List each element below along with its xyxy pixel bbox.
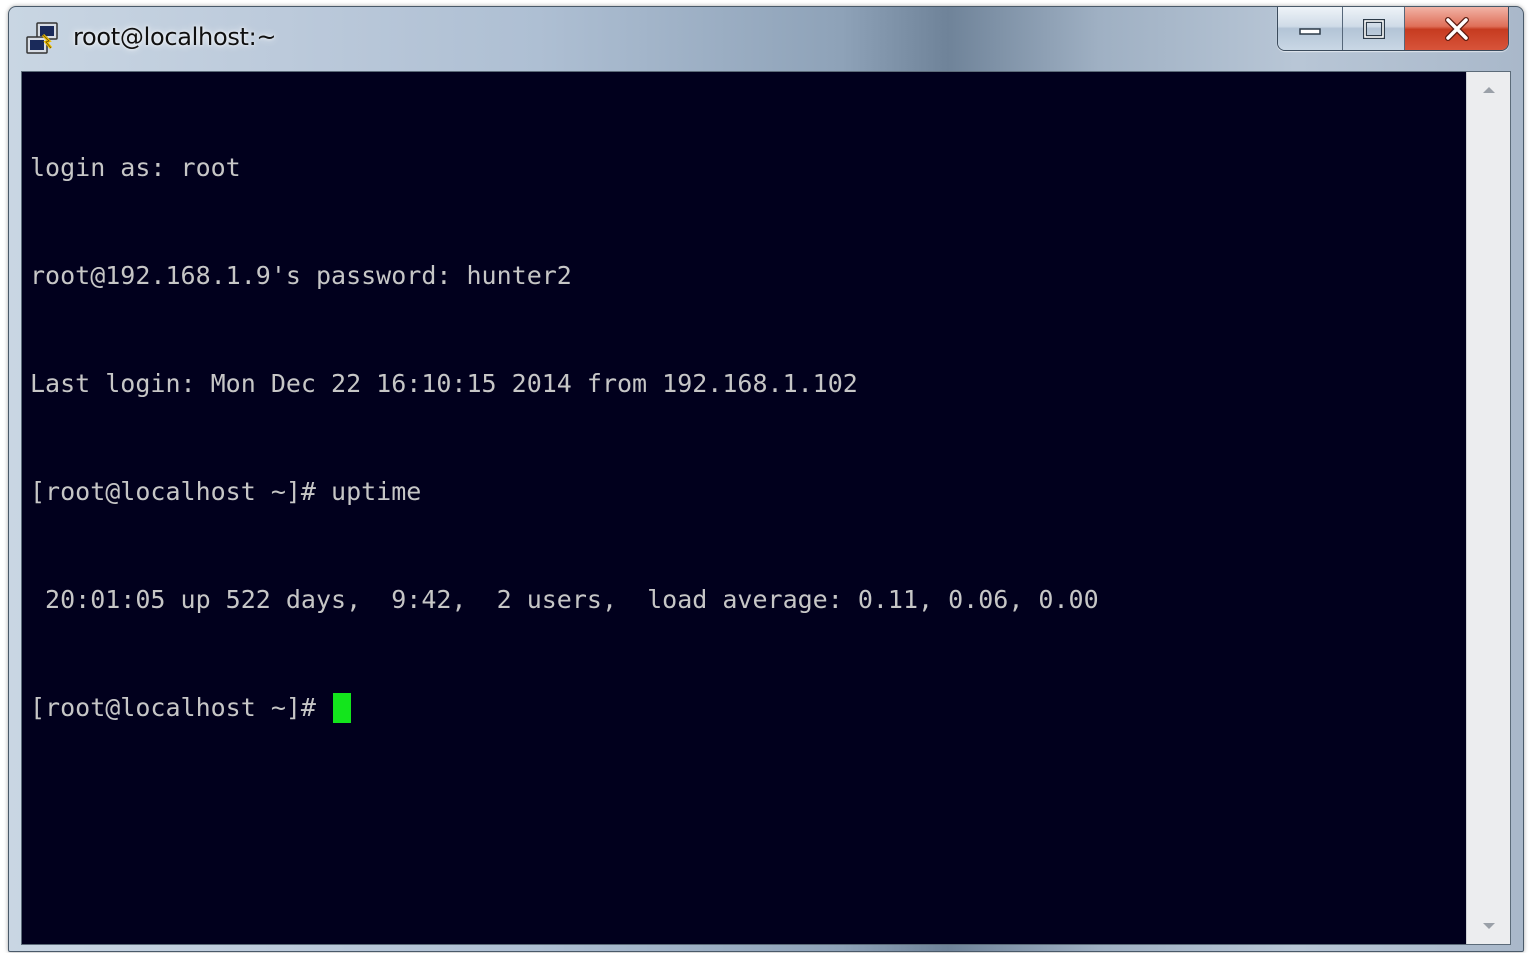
- prompt-line: [root@localhost ~]#: [30, 690, 1468, 726]
- text-cursor: [333, 693, 352, 723]
- minimize-button[interactable]: [1278, 7, 1342, 50]
- scroll-down-button[interactable]: [1467, 908, 1510, 944]
- shell-prompt: [root@localhost ~]#: [30, 693, 332, 722]
- scroll-down-arrow-icon: [1482, 917, 1496, 935]
- terminal-line: 20:01:05 up 522 days, 9:42, 2 users, loa…: [30, 585, 1099, 614]
- maximize-button[interactable]: [1342, 7, 1404, 50]
- title-bar[interactable]: root@localhost:~: [9, 7, 1523, 73]
- close-button[interactable]: [1404, 7, 1508, 50]
- vertical-scrollbar[interactable]: [1466, 72, 1510, 944]
- terminal-line: [root@localhost ~]# uptime: [30, 477, 422, 506]
- window-title: root@localhost:~: [73, 23, 277, 51]
- terminal-line: Last login: Mon Dec 22 16:10:15 2014 fro…: [30, 369, 858, 398]
- terminal-output[interactable]: login as: root root@192.168.1.9's passwo…: [22, 72, 1468, 944]
- terminal-client-area: login as: root root@192.168.1.9's passwo…: [21, 71, 1511, 945]
- terminal-line: root@192.168.1.9's password: hunter2: [30, 261, 572, 290]
- putty-window: root@localhost:~ login as: root root@192…: [8, 6, 1524, 952]
- close-icon: [1443, 16, 1471, 41]
- scroll-up-arrow-icon: [1482, 81, 1496, 99]
- putty-icon[interactable]: [25, 21, 61, 57]
- maximize-icon: [1362, 18, 1386, 40]
- window-controls: [1277, 7, 1509, 51]
- terminal-line: login as: root: [30, 153, 241, 182]
- scroll-up-button[interactable]: [1467, 72, 1510, 108]
- scrollbar-track[interactable]: [1467, 108, 1510, 908]
- minimize-icon: [1298, 22, 1322, 36]
